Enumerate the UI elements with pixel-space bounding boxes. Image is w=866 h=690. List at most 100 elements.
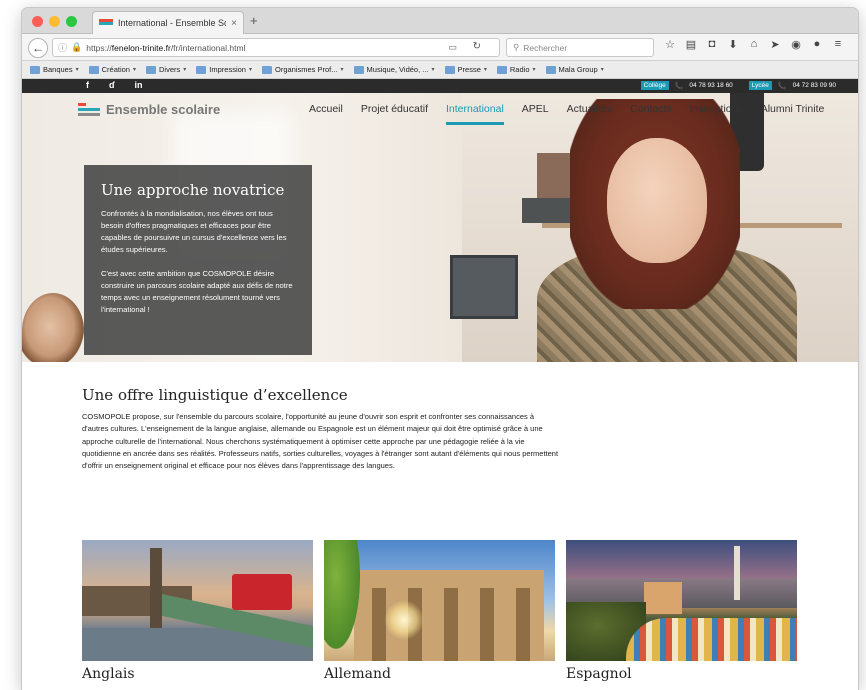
content-section: Une offre linguistique d’excellence COSM… (22, 362, 858, 472)
menu-item-alumni[interactable]: Alumni Trinite (752, 103, 834, 115)
menu-item-apel[interactable]: APEL (513, 103, 558, 115)
url-path: /fr/international.html (170, 42, 246, 53)
menu-item-actualites[interactable]: Actualités (558, 103, 622, 115)
reader-view-icon[interactable]: ▭ (448, 42, 457, 53)
chevron-down-icon: ▾ (483, 67, 487, 73)
download-icon[interactable]: ⬇ (727, 38, 739, 51)
barcelona-image[interactable] (566, 540, 797, 661)
tab-title: International - Ensemble Sc... (118, 18, 227, 28)
bookmarks-bar: Banques ▾ Création ▾ Divers ▾ Impression ▾ O… (22, 61, 858, 79)
chevron-down-icon: ▾ (340, 67, 344, 73)
image-detail (626, 618, 797, 661)
bookmark-folder[interactable]: Musique, Vidéo, ... ▾ (353, 65, 435, 74)
library-icon[interactable]: ▤ (685, 38, 697, 51)
url-host: fenelon-trinite.fr (111, 42, 171, 53)
browser-tab[interactable]: International - Ensemble Sc... × (92, 11, 244, 34)
bookmark-folder[interactable]: Banques ▾ (30, 65, 79, 74)
menu-item-contacts[interactable]: Contacts (621, 103, 680, 115)
college-phone[interactable]: 04 78 93 18 60 (689, 82, 732, 89)
hero-text-box: Une approche novatrice Confrontés à la m… (84, 165, 312, 355)
folder-icon (30, 65, 40, 74)
college-badge[interactable]: Collège (640, 81, 669, 90)
image-detail (734, 546, 740, 600)
browser-window: International - Ensemble Sc... × + ← ⓘ 🔒… (22, 8, 858, 690)
pocket-icon[interactable]: ◘ (706, 38, 718, 51)
contact-phones: Collège 📞 04 78 93 18 60 Lycée 📞 04 72 8… (640, 81, 836, 90)
language-card-anglais[interactable]: Anglais (82, 540, 313, 682)
chat-icon[interactable]: ● (811, 38, 823, 51)
bookmark-folder[interactable]: Création ▾ (88, 65, 136, 74)
url-bar[interactable]: ⓘ 🔒 https://fenelon-trinite.fr/fr/intern… (52, 38, 500, 57)
bookmark-star-icon[interactable]: ☆ (664, 38, 676, 51)
image-detail (644, 582, 682, 614)
image-detail (324, 540, 364, 661)
menu-item-international[interactable]: International (437, 103, 513, 125)
send-icon[interactable]: ➤ (769, 38, 781, 51)
maximize-window-button[interactable] (66, 16, 77, 27)
language-cards: Anglais Allemand Espagnol (82, 540, 797, 682)
chevron-down-icon: ▾ (183, 67, 187, 73)
card-caption[interactable]: Espagnol (566, 666, 797, 682)
berlin-image[interactable] (324, 540, 555, 661)
search-placeholder: Rechercher (523, 42, 568, 53)
bookmark-label: Organismes Prof... (274, 65, 338, 74)
lock-icon: 🔒 (71, 42, 83, 52)
site-logo[interactable]: Ensemble scolaire (78, 101, 220, 118)
bookmark-folder[interactable]: Divers ▾ (146, 65, 186, 74)
image-detail (150, 548, 162, 628)
bookmark-label: Presse (457, 65, 481, 74)
card-caption[interactable]: Anglais (82, 666, 313, 682)
linkedin-icon[interactable]: in (135, 80, 143, 90)
info-icon[interactable]: ⓘ (58, 41, 67, 54)
language-card-espagnol[interactable]: Espagnol (566, 540, 797, 682)
language-card-allemand[interactable]: Allemand (324, 540, 555, 682)
menu-item-accueil[interactable]: Accueil (300, 103, 352, 115)
bookmark-folder[interactable]: Presse ▾ (444, 65, 487, 74)
favicon-icon (99, 21, 113, 25)
bookmark-label: Banques (43, 65, 73, 74)
lycee-phone[interactable]: 04 72 83 09 90 (793, 82, 836, 89)
bookmark-label: Impression (209, 65, 246, 74)
close-window-button[interactable] (32, 16, 43, 27)
bookmark-label: Mala Group (558, 65, 598, 74)
chevron-down-icon: ▾ (431, 67, 435, 73)
tab-bar: International - Ensemble Sc... × + (22, 8, 858, 34)
minimize-window-button[interactable] (49, 16, 60, 27)
bookmark-folder[interactable]: Impression ▾ (196, 65, 252, 74)
bookmark-folder[interactable]: Radio ▾ (496, 65, 536, 74)
folder-icon (496, 65, 507, 74)
bookmark-label: Musique, Vidéo, ... (366, 65, 429, 74)
hero-title: Une approche novatrice (101, 181, 285, 199)
toolbar-icons: ☆ ▤ ◘ ⬇ ⌂ ➤ ◉ ● ≡ (664, 38, 844, 51)
phone-icon: 📞 (777, 82, 787, 90)
menu-icon[interactable]: ≡ (832, 38, 844, 51)
bookmark-folder[interactable]: Mala Group ▾ (545, 65, 604, 74)
site-top-bar: f ɗ in Collège 📞 04 78 93 18 60 Lycée 📞 … (22, 79, 858, 93)
chevron-down-icon: ▾ (248, 67, 252, 73)
viadeo-icon[interactable]: ɗ (109, 80, 115, 90)
bookmark-folder[interactable]: Organismes Prof... ▾ (261, 65, 344, 74)
hero-paragraph-2: C'est avec cette ambition que COSMOPOLE … (101, 269, 293, 314)
london-image[interactable] (82, 540, 313, 661)
search-box[interactable]: ⚲ Rechercher (506, 38, 654, 57)
navigation-bar: ← ⓘ 🔒 https://fenelon-trinite.fr/fr/inte… (22, 34, 858, 61)
tab-close-icon[interactable]: × (231, 18, 237, 29)
image-detail (480, 588, 494, 661)
url-prefix: https:// (86, 42, 112, 53)
new-tab-button[interactable]: + (250, 13, 258, 28)
url-text: https://fenelon-trinite.fr/fr/internatio… (86, 43, 245, 53)
home-icon[interactable]: ⌂ (748, 38, 760, 51)
extension-icon[interactable]: ◉ (790, 38, 802, 51)
logo-icon (78, 101, 100, 118)
search-icon: ⚲ (513, 42, 520, 52)
menu-item-projet-educatif[interactable]: Projet éducatif (352, 103, 437, 115)
phone-icon: 📞 (674, 82, 684, 90)
menu-item-inscriptions[interactable]: Inscriptions (681, 103, 752, 115)
bookmark-label: Radio (509, 65, 530, 74)
card-caption[interactable]: Allemand (324, 666, 555, 682)
facebook-icon[interactable]: f (86, 80, 89, 90)
folder-icon (261, 65, 272, 74)
lycee-badge[interactable]: Lycée (748, 81, 772, 90)
back-button[interactable]: ← (28, 38, 48, 58)
reload-icon[interactable]: ↻ (473, 41, 481, 52)
